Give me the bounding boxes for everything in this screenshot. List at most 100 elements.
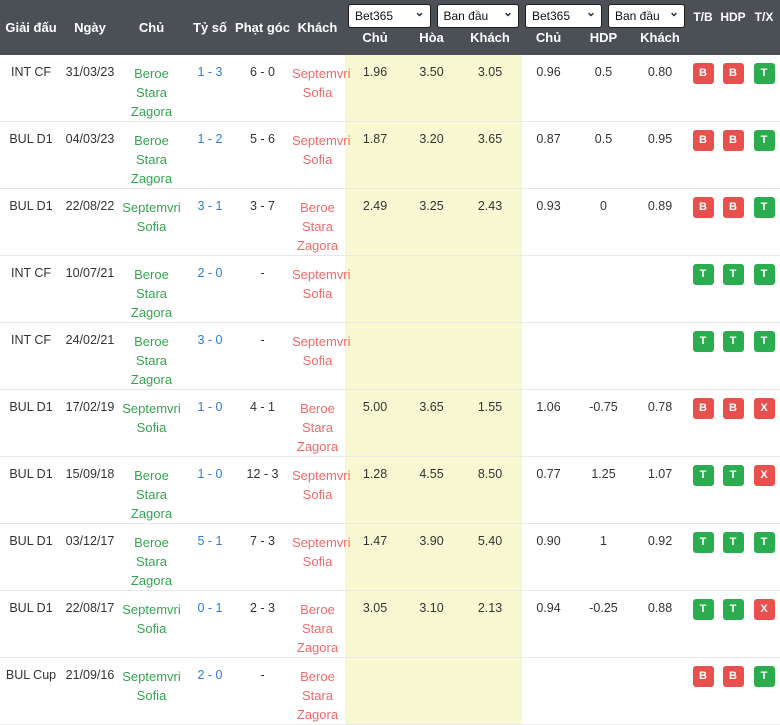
score-link[interactable]: 5 - 1 [185,523,235,591]
table-header: Giải đấu Ngày Chủ Tỷ số Phạt góc Khách B… [0,0,780,55]
result-hdp-cell: B [718,389,748,457]
odds-hdp-home-cell [522,255,575,323]
result-tx-cell: T [748,523,780,591]
result-tx-cell: X [748,456,780,524]
result-hdp-badge: B [722,197,744,218]
result-hdp-cell: B [718,188,748,256]
bookmaker-select-1x2[interactable]: Bet365 [348,4,431,28]
away-team-cell: Septemvri Sofia [290,456,351,524]
odds-hdp-home-cell: 0.77 [522,456,575,524]
corners-cell: 6 - 0 [235,55,290,122]
corners-cell: 7 - 3 [235,523,290,591]
score-link[interactable]: 1 - 2 [185,121,235,189]
odds-time-select-1x2[interactable]: Ban đầu [436,4,519,28]
result-hdp-badge: B [722,63,744,84]
league-cell: BUL D1 [0,389,62,457]
col-header-1x2-home: Chủ [345,30,405,55]
header-top-row: Giải đấu Ngày Chủ Tỷ số Phạt góc Khách B… [0,0,780,55]
odds-1x2-home-cell: 2.49 [345,188,405,256]
odds-hdp-away-cell [632,255,688,323]
chevron-down-icon: Ban đầu [608,4,685,28]
result-tx-badge: T [753,331,775,352]
odds-hdp-home-cell: 0.94 [522,590,575,658]
odds-hdp-away-cell: 0.88 [632,590,688,658]
home-team-cell: Septemvri Sofia [118,590,185,658]
col-header-hdp-result: HDP [718,0,748,55]
home-team-cell: Beroe Stara Zagora [118,255,185,323]
result-hdp-badge: B [722,666,744,687]
result-tb-badge: B [692,666,714,687]
result-tx-badge: X [753,465,775,486]
result-hdp-cell: T [718,456,748,524]
result-tb-cell: B [688,121,718,189]
result-hdp-cell: T [718,322,748,390]
col-header-tx: T/X [748,0,780,55]
odds-1x2-draw-cell: 3.65 [405,389,458,457]
result-tx-badge: T [753,666,775,687]
result-hdp-cell: T [718,255,748,323]
result-hdp-cell: T [718,523,748,591]
odds-hdp-line-cell: 0.5 [575,55,632,122]
odds-1x2-home-cell: 5.00 [345,389,405,457]
result-hdp-cell: B [718,657,748,725]
date-cell: 15/09/18 [62,456,118,524]
league-cell: BUL D1 [0,188,62,256]
odds-hdp-home-cell: 0.96 [522,55,575,122]
odds-1x2-draw-cell: 3.10 [405,590,458,658]
home-team-cell: Septemvri Sofia [118,188,185,256]
date-cell: 24/02/21 [62,322,118,390]
result-tb-cell: T [688,322,718,390]
odds-1x2-draw-cell: 3.25 [405,188,458,256]
score-link[interactable]: 3 - 1 [185,188,235,256]
odds-hdp-away-cell: 0.78 [632,389,688,457]
result-hdp-badge: T [722,465,744,486]
result-tx-badge: X [753,599,775,620]
col-header-home: Chủ [118,0,185,55]
match-row: BUL D1 22/08/17 Septemvri Sofia 0 - 1 2 … [0,590,780,658]
col-header-date: Ngày [62,0,118,55]
odds-1x2-away-cell: 2.13 [458,590,522,658]
odds-hdp-line-cell: -0.75 [575,389,632,457]
result-tx-cell: T [748,121,780,189]
away-team-cell: Septemvri Sofia [290,121,351,189]
score-link[interactable]: 2 - 0 [185,657,235,725]
odds-1x2-draw-cell: 4.55 [405,456,458,524]
score-link[interactable]: 0 - 1 [185,590,235,658]
away-team-cell: Septemvri Sofia [290,322,351,390]
odds-1x2-away-cell: 2.43 [458,188,522,256]
odds-1x2-home-cell: 1.96 [345,55,405,122]
table-body: INT CF 31/03/23 Beroe Stara Zagora 1 - 3… [0,55,780,725]
score-link[interactable]: 1 - 0 [185,389,235,457]
odds-1x2-draw-cell: 3.20 [405,121,458,189]
result-tb-cell: T [688,590,718,658]
away-team-cell: Beroe Stara Zagora [290,389,345,457]
odds-1x2-draw-cell [405,657,458,725]
result-tx-cell: T [748,55,780,122]
odds-time-select-hdp[interactable]: Ban đầu [608,4,685,28]
odds-hdp-away-cell: 0.89 [632,188,688,256]
col-header-league: Giải đấu [0,0,62,55]
match-row: INT CF 10/07/21 Beroe Stara Zagora 2 - 0… [0,255,780,323]
score-link[interactable]: 1 - 3 [185,55,235,122]
odds-hdp-line-cell: -0.25 [575,590,632,658]
result-tb-cell: T [688,456,718,524]
odds-1x2-away-cell [458,657,522,725]
result-tx-cell: T [748,188,780,256]
score-link[interactable]: 1 - 0 [185,456,235,524]
away-team-cell: Septemvri Sofia [290,55,351,122]
corners-cell: 3 - 7 [235,188,290,256]
odds-1x2-away-cell: 1.55 [458,389,522,457]
col-header-1x2-away: Khách [458,30,522,55]
odds-1x2-away-cell: 5.40 [458,523,522,591]
result-tx-cell: X [748,590,780,658]
match-row: BUL D1 15/09/18 Beroe Stara Zagora 1 - 0… [0,456,780,524]
score-link[interactable]: 2 - 0 [185,255,235,323]
bookmaker-select-hdp[interactable]: Bet365 [525,4,602,28]
odds-1x2-home-cell: 1.47 [345,523,405,591]
score-link[interactable]: 3 - 0 [185,322,235,390]
corners-cell: 2 - 3 [235,590,290,658]
result-tx-cell: X [748,389,780,457]
result-tx-cell: T [748,255,780,323]
col-header-hdp-line: HDP [575,30,632,55]
league-cell: BUL D1 [0,590,62,658]
